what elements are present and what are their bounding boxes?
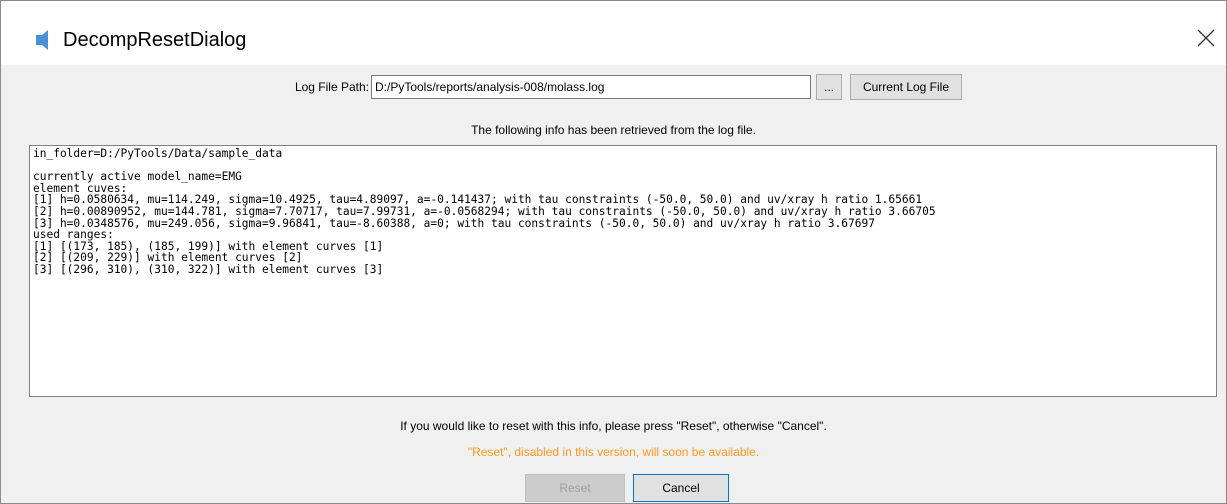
reset-disabled-warning: "Reset", disabled in this version, will … xyxy=(467,445,760,459)
log-info-textarea[interactable]: in_folder=D:/PyTools/Data/sample_data cu… xyxy=(29,145,1217,397)
browse-button[interactable]: ... xyxy=(816,74,842,100)
log-path-label: Log File Path: xyxy=(294,80,369,94)
current-log-file-button[interactable]: Current Log File xyxy=(850,74,962,100)
window-title: DecompResetDialog xyxy=(63,29,247,51)
reset-button[interactable]: Reset xyxy=(525,474,625,502)
close-icon xyxy=(1197,29,1215,47)
title-bar: DecompResetDialog xyxy=(1,1,1226,65)
close-button[interactable] xyxy=(1191,23,1221,53)
log-path-row: Log File Path: D:/PyTools/reports/analys… xyxy=(1,73,1226,103)
cancel-button[interactable]: Cancel xyxy=(633,474,729,502)
dialog-window: DecompResetDialog Log File Path: D:/PyTo… xyxy=(0,0,1227,504)
app-icon xyxy=(35,29,49,51)
log-path-input[interactable]: D:/PyTools/reports/analysis-008/molass.l… xyxy=(371,75,811,99)
reset-prompt: If you would like to reset with this inf… xyxy=(400,419,827,433)
info-caption: The following info has been retrieved fr… xyxy=(471,123,756,137)
